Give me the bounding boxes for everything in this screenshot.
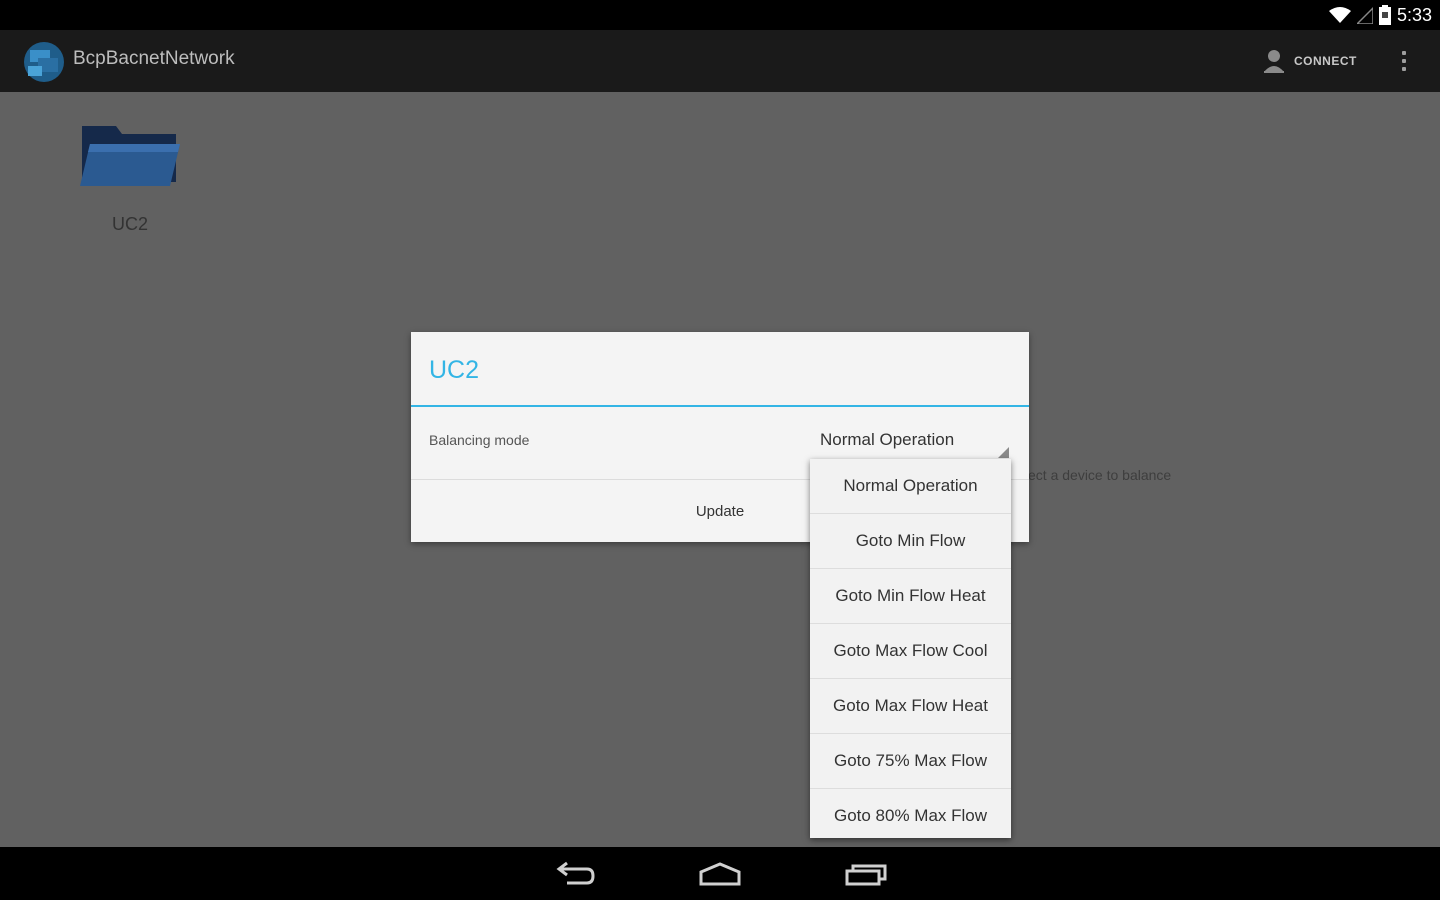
person-icon: [1264, 50, 1284, 73]
app-title: BcpBacnetNetwork: [73, 48, 235, 69]
back-button[interactable]: [546, 857, 606, 891]
app-logo-icon: [24, 42, 64, 82]
dropdown-option-normal-operation[interactable]: Normal Operation: [810, 459, 1011, 514]
status-time: 5:33: [1396, 4, 1432, 25]
dropdown-option-goto-80-max-flow[interactable]: Goto 80% Max Flow: [810, 789, 1011, 838]
balancing-mode-label: Balancing mode: [429, 432, 530, 448]
device-folder-uc2[interactable]: UC2: [76, 122, 184, 242]
wifi-icon: [1328, 7, 1351, 23]
folder-icon: [80, 126, 180, 186]
main-content: UC2 ect a device to balance UC2 Balancin…: [0, 92, 1440, 847]
spinner-selected-value: Normal Operation: [820, 430, 955, 449]
dropdown-option-goto-max-flow-cool[interactable]: Goto Max Flow Cool: [810, 624, 1011, 679]
dropdown-option-goto-75-max-flow[interactable]: Goto 75% Max Flow: [810, 734, 1011, 789]
dropdown-option-goto-min-flow[interactable]: Goto Min Flow: [810, 514, 1011, 569]
hint-text: ect a device to balance: [1028, 467, 1172, 483]
dialog-title-divider: [411, 405, 1029, 407]
navigation-bar: [0, 847, 1440, 900]
action-bar: BcpBacnetNetwork CONNECT: [0, 30, 1440, 92]
signal-icon: [1356, 6, 1373, 24]
status-bar: 5:33: [0, 0, 1440, 30]
battery-icon: [1378, 5, 1391, 25]
dropdown-option-goto-max-flow-heat[interactable]: Goto Max Flow Heat: [810, 679, 1011, 734]
connect-button[interactable]: CONNECT: [1262, 46, 1357, 76]
back-icon: [556, 861, 595, 885]
recents-icon: [845, 864, 887, 886]
home-button[interactable]: [690, 857, 750, 891]
balancing-mode-spinner[interactable]: Normal Operation: [811, 420, 1011, 462]
balancing-mode-dropdown: Normal Operation Goto Min Flow Goto Min …: [810, 459, 1011, 838]
spinner-arrow-icon: [998, 447, 1009, 458]
dropdown-option-goto-min-flow-heat[interactable]: Goto Min Flow Heat: [810, 569, 1011, 624]
dialog-title: UC2: [429, 356, 480, 384]
overflow-menu-icon: [1402, 51, 1406, 55]
device-label: UC2: [111, 214, 148, 234]
home-icon: [699, 862, 741, 886]
connect-label: CONNECT: [1294, 54, 1357, 68]
recents-button[interactable]: [836, 857, 896, 891]
overflow-menu-button[interactable]: [1392, 44, 1416, 78]
status-icons: 5:33: [1328, 4, 1432, 26]
